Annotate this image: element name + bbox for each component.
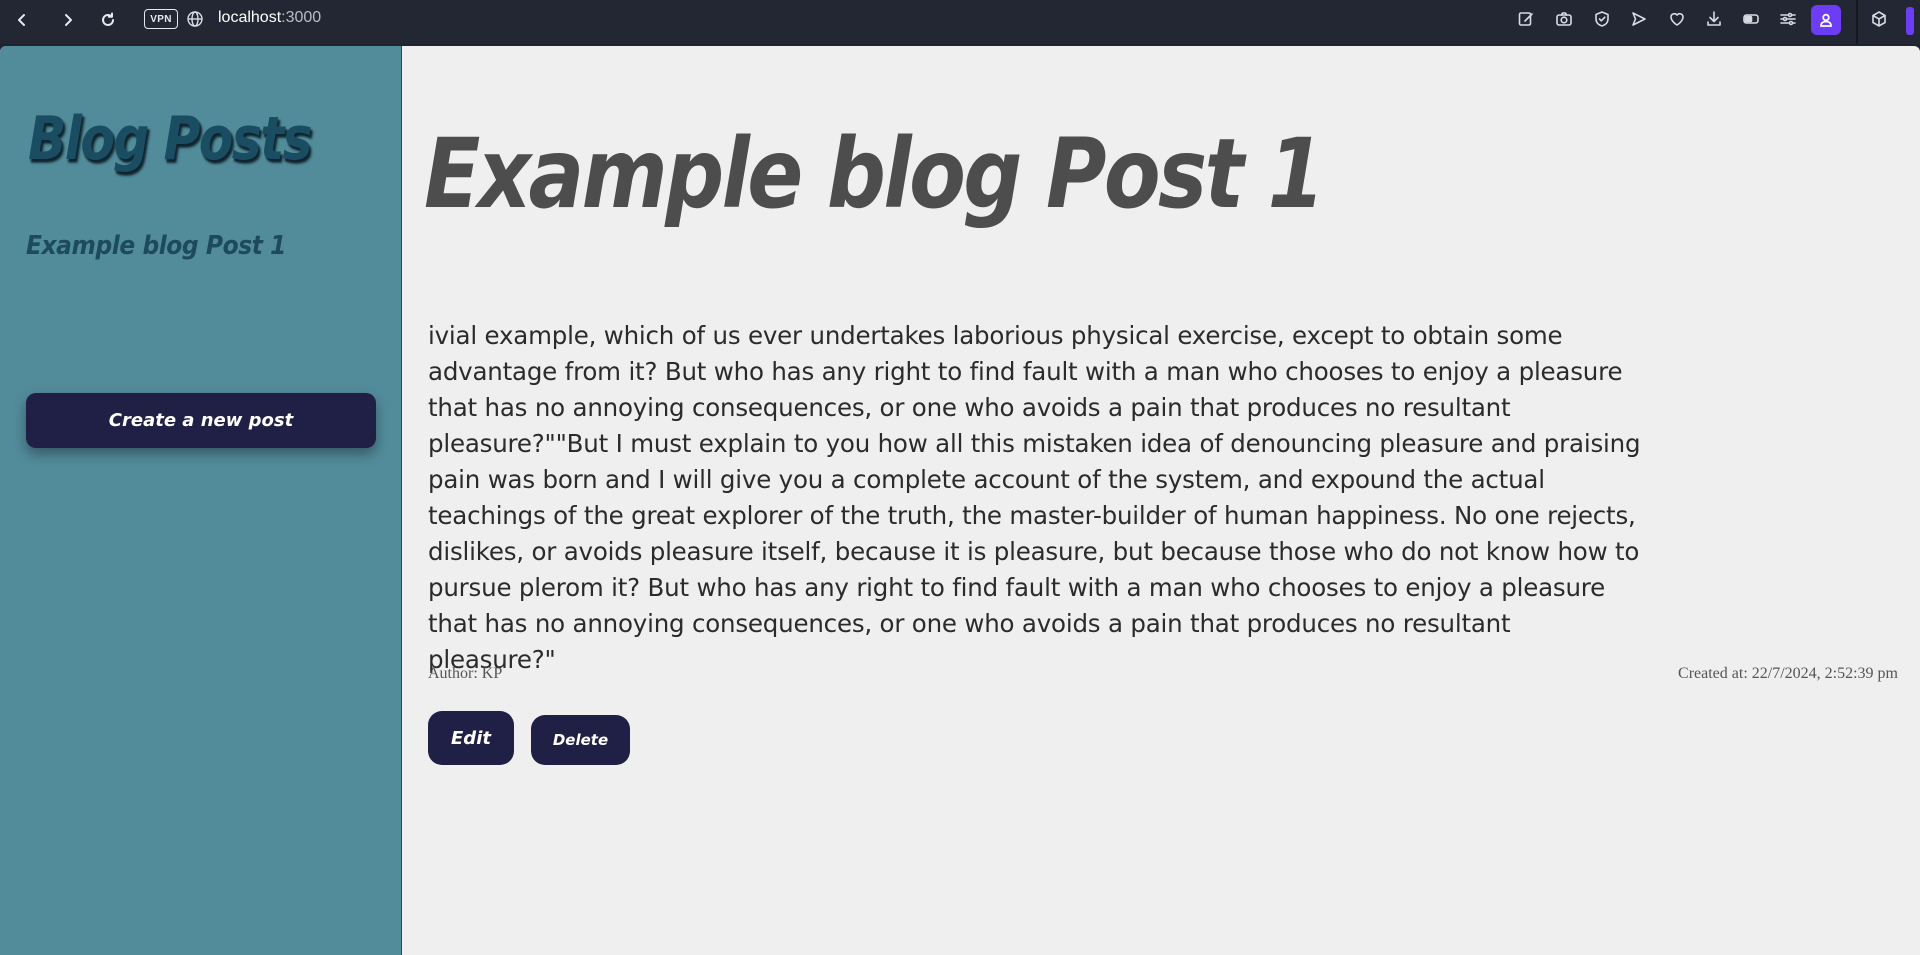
page-viewport: Blog Posts Example blog Post 1 Create a … [0, 46, 1920, 955]
globe-icon [186, 10, 204, 28]
post-created-at: Created at: 22/7/2024, 2:52:39 pm [1678, 665, 1898, 682]
post-author: Author: KP [428, 665, 503, 682]
reload-icon[interactable] [96, 8, 120, 32]
battery-icon[interactable] [1740, 8, 1762, 30]
profile-icon[interactable] [1811, 5, 1841, 35]
edit-button[interactable]: Edit [428, 711, 514, 765]
browser-toolbar: VPN localhost:3000 [0, 0, 1920, 44]
sidebar-toggle[interactable] [1906, 7, 1914, 35]
url-port: :3000 [281, 9, 322, 26]
settings-icon[interactable] [1777, 8, 1799, 30]
heart-icon[interactable] [1666, 8, 1688, 30]
download-icon[interactable] [1703, 8, 1725, 30]
camera-icon[interactable] [1553, 8, 1575, 30]
address-bar[interactable]: localhost:3000 [218, 9, 321, 27]
forward-icon[interactable] [56, 8, 80, 32]
sidebar-post-link[interactable]: Example blog Post 1 [26, 231, 286, 261]
vpn-badge[interactable]: VPN [144, 9, 178, 29]
extension-cube-icon[interactable] [1868, 8, 1890, 30]
back-icon[interactable] [10, 8, 34, 32]
send-icon[interactable] [1628, 8, 1650, 30]
toolbar-divider [1856, 0, 1858, 44]
sidebar: Blog Posts Example blog Post 1 Create a … [0, 46, 402, 955]
post-title: Example blog Post 1 [424, 118, 1325, 230]
post-view: Example blog Post 1 ivial example, which… [404, 46, 1920, 955]
url-host: localhost [218, 9, 282, 26]
create-post-button[interactable]: Create a new post [26, 393, 376, 448]
edit-note-icon[interactable] [1515, 8, 1537, 30]
shield-icon[interactable] [1591, 8, 1613, 30]
post-body: ivial example, which of us ever undertak… [428, 321, 1641, 674]
delete-button[interactable]: Delete [531, 715, 630, 765]
sidebar-title: Blog Posts [28, 104, 312, 174]
